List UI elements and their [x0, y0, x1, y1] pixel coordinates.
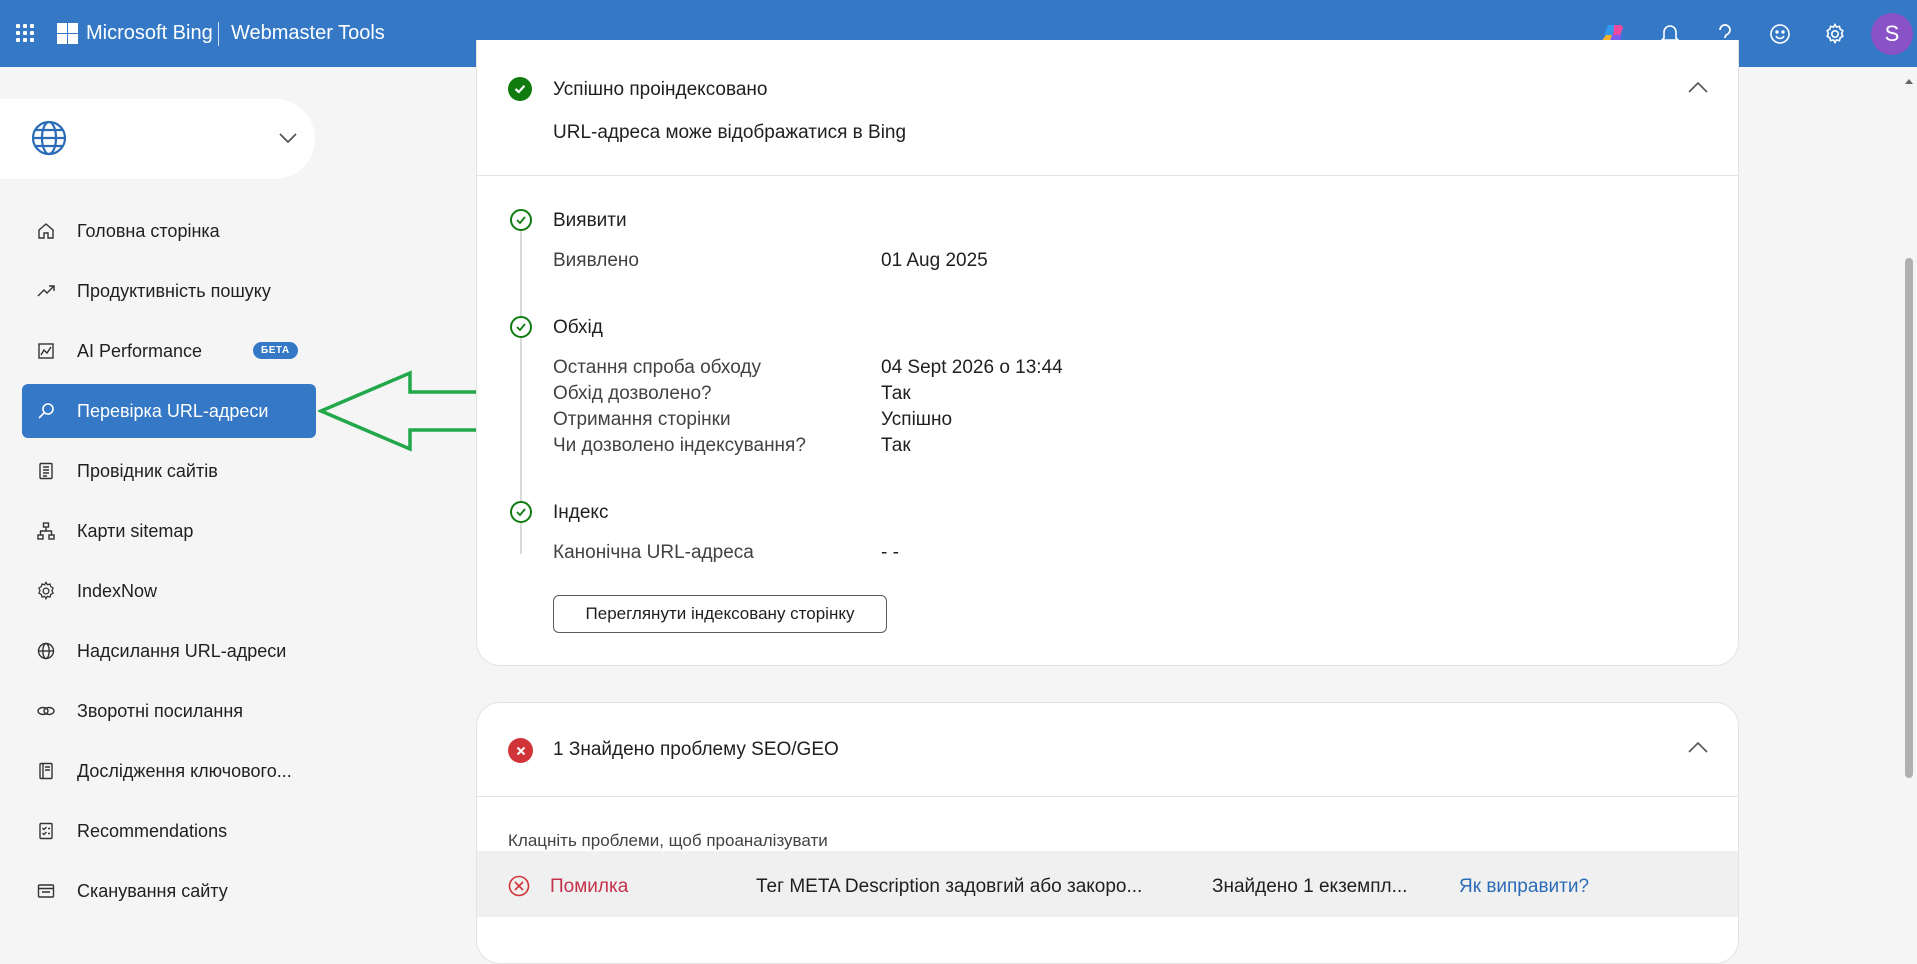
index-status-card: Успішно проіндексовано URL-адреса може в… — [476, 40, 1739, 666]
product-name[interactable]: Webmaster Tools — [231, 22, 385, 45]
sidebar-item-search-performance[interactable]: Продуктивність пошуку — [22, 264, 316, 318]
beta-badge: БЕТА — [253, 342, 298, 359]
checklist-icon — [36, 821, 56, 841]
issue-count: Знайдено 1 екземпл... — [1212, 876, 1408, 897]
page-fetch-label: Отримання сторінки — [553, 409, 731, 430]
sidebar-item-label: Провідник сайтів — [77, 460, 218, 481]
issue-row[interactable]: Помилка Тег META Description задовгий аб… — [477, 851, 1738, 917]
card-divider — [477, 175, 1738, 176]
index-status-subtitle: URL-адреса може відображатися в Bing — [553, 122, 907, 143]
sidebar-item-site-explorer[interactable]: Провідник сайтів — [22, 444, 316, 498]
sidebar-item-label: Надсилання URL-адреси — [77, 640, 287, 661]
view-indexed-page-button[interactable]: Переглянути індексовану сторінку — [553, 595, 887, 633]
sidebar-item-label: Recommendations — [77, 820, 228, 841]
sidebar-item-indexnow[interactable]: IndexNow — [22, 564, 316, 618]
gear-icon — [36, 581, 56, 601]
sidebar-item-ai-performance[interactable]: AI Performance БЕТА — [22, 324, 316, 378]
error-circle-icon — [508, 875, 530, 902]
sidebar-item-submit-url[interactable]: Надсилання URL-адреси — [22, 624, 316, 678]
sidebar-item-label: Карти sitemap — [77, 520, 194, 541]
globe-icon — [30, 119, 68, 162]
sidebar-item-label: Перевірка URL-адреси — [77, 400, 269, 421]
avatar[interactable]: S — [1871, 13, 1913, 55]
chevron-down-icon[interactable] — [278, 131, 298, 150]
sidebar-item-label: Продуктивність пошуку — [77, 280, 271, 301]
brand-name[interactable]: Microsoft Bing — [86, 22, 213, 45]
card-divider — [477, 796, 1738, 797]
discovered-label: Виявлено — [553, 250, 639, 271]
issue-severity: Помилка — [550, 876, 629, 897]
canonical-url-label: Канонічна URL-адреса — [553, 542, 754, 563]
link-icon — [36, 701, 56, 721]
sidebar-item-label: AI Performance — [77, 340, 203, 361]
sidebar-item-recommendations[interactable]: Recommendations — [22, 804, 316, 858]
chevron-up-icon[interactable] — [1686, 76, 1710, 100]
header-divider — [218, 22, 219, 46]
step-crawl-title: Обхід — [553, 317, 603, 338]
step-index-title: Індекс — [553, 502, 609, 523]
sidebar-item-label: Зворотні посилання — [77, 700, 244, 721]
issues-hint: Клацніть проблеми, щоб проаналізувати — [508, 831, 828, 850]
chevron-up-icon[interactable] — [1686, 736, 1710, 760]
step-check-icon — [510, 316, 532, 338]
sitemap-icon — [36, 521, 56, 541]
success-check-icon — [508, 77, 532, 101]
microsoft-logo-icon — [57, 23, 78, 44]
sidebar-item-backlinks[interactable]: Зворотні посилання — [22, 684, 316, 738]
step-discover-title: Виявити — [553, 210, 627, 231]
seo-issues-card: 1 Знайдено проблему SEO/GEO Клацніть про… — [476, 702, 1739, 964]
notebook-icon — [36, 761, 56, 781]
error-icon — [508, 738, 533, 763]
seo-issues-title: 1 Знайдено проблему SEO/GEO — [553, 739, 839, 760]
globe-icon — [36, 641, 56, 661]
sidebar-item-sitemaps[interactable]: Карти sitemap — [22, 504, 316, 558]
page-fetch-value: Успішно — [881, 409, 953, 430]
step-check-icon — [510, 209, 532, 231]
sidebar-item-url-inspection[interactable]: Перевірка URL-адреси — [22, 384, 316, 438]
last-crawl-label: Остання спроба обходу — [553, 357, 761, 378]
issue-description: Тег META Description задовгий або закоро… — [756, 876, 1143, 897]
app-launcher-icon[interactable] — [16, 24, 34, 42]
chart-icon — [36, 341, 56, 361]
scan-icon — [36, 881, 56, 901]
smiley-icon[interactable] — [1764, 18, 1796, 50]
trend-icon — [36, 281, 56, 301]
how-to-fix-link[interactable]: Як виправити? — [1459, 876, 1589, 898]
search-icon — [36, 401, 56, 421]
last-crawl-value: 04 Sept 2026 о 13:44 — [881, 357, 1063, 378]
sidebar-item-label: Дослідження ключового... — [77, 760, 292, 781]
canonical-url-value: - - — [881, 542, 899, 563]
step-check-icon — [510, 501, 532, 523]
crawl-allowed-value: Так — [881, 383, 911, 404]
annotation-arrow — [316, 370, 502, 457]
sidebar-item-label: Сканування сайту — [77, 880, 228, 901]
gear-icon[interactable] — [1819, 18, 1851, 50]
sidebar-item-site-scan[interactable]: Сканування сайту — [22, 864, 316, 918]
home-icon — [36, 221, 56, 241]
discovered-value: 01 Aug 2025 — [881, 250, 988, 271]
crawl-allowed-label: Обхід дозволено? — [553, 383, 712, 404]
sidebar-item-label: Головна сторінка — [77, 220, 220, 241]
sidebar-item-label: IndexNow — [77, 580, 158, 601]
scroll-up-arrow-icon[interactable] — [1904, 72, 1914, 90]
indexing-allowed-label: Чи дозволено індексування? — [553, 435, 806, 456]
scrollbar-thumb[interactable] — [1905, 258, 1913, 778]
indexing-allowed-value: Так — [881, 435, 911, 456]
sidebar-item-home[interactable]: Головна сторінка — [22, 204, 316, 258]
index-status-title: Успішно проіндексовано — [553, 79, 768, 100]
sidebar-item-keyword-research[interactable]: Дослідження ключового... — [22, 744, 316, 798]
site-selector[interactable] — [0, 99, 315, 179]
document-icon — [36, 461, 56, 481]
